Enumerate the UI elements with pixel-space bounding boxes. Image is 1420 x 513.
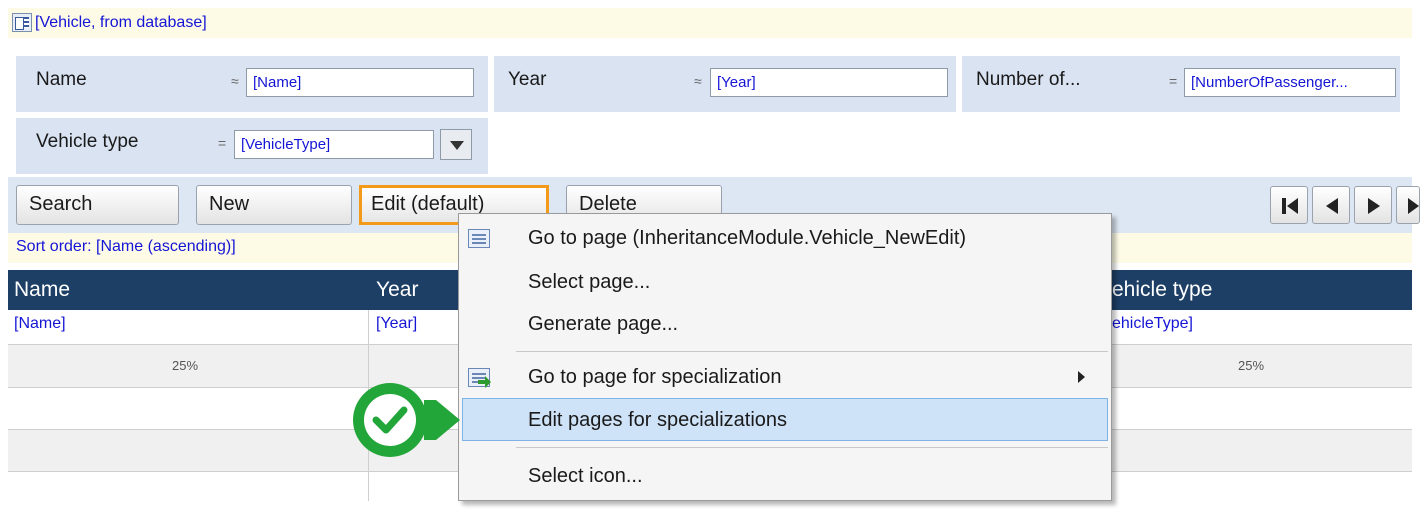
column-header-vehicle-type[interactable]: ehicle type [1112,278,1212,302]
menu-item-go-to-page[interactable]: Go to page (InheritanceModule.Vehicle_Ne… [528,227,966,250]
filter-year-label: Year [508,69,547,90]
filter-passengers-operator: = [1169,73,1178,89]
new-button[interactable]: New [196,185,352,225]
chevron-down-icon[interactable] [440,129,472,160]
last-icon[interactable] [1396,186,1420,224]
checkmark-callout-icon [353,383,460,457]
filter-year-operator: ≈ [694,73,702,89]
menu-item-edit-specializations[interactable]: Edit pages for specializations [528,409,787,432]
filter-vehicle-type-input[interactable]: [VehicleType] [234,130,434,159]
filter-passengers: Number of... = [NumberOfPassenger... [962,56,1400,112]
filter-name-label: Name [36,69,87,90]
filter-vehicle-type-operator: = [218,135,227,151]
cell-name[interactable]: [Name] [14,315,66,333]
column-header-year[interactable]: Year [376,278,418,302]
submenu-arrow-icon [1078,371,1085,383]
previous-icon[interactable] [1312,186,1350,224]
next-icon[interactable] [1354,186,1392,224]
context-menu [458,213,1112,501]
menu-separator [516,447,1108,448]
filter-name-operator: ≈ [231,73,239,89]
cell-year[interactable]: [Year] [376,315,417,333]
menu-item-go-to-specialization[interactable]: Go to page for specialization [528,366,782,389]
first-icon[interactable] [1270,186,1308,224]
menu-separator [516,351,1108,352]
page-icon [468,229,490,248]
filter-passengers-label: Number of... [976,69,1081,90]
filter-vehicle-type: Vehicle type = [VehicleType] [16,118,488,174]
filter-passengers-input[interactable]: [NumberOfPassenger... [1184,68,1396,97]
menu-item-select-icon[interactable]: Select icon... [528,465,643,488]
column-width-name: 25% [172,358,199,373]
datasource-header: [Vehicle, from database] [8,8,1412,38]
sort-order-text[interactable]: Sort order: [Name (ascending)] [16,238,236,256]
menu-item-select-page[interactable]: Select page... [528,271,650,294]
filter-year: Year ≈ [Year] [494,56,956,112]
filter-name: Name ≈ [Name] [16,56,488,112]
search-button[interactable]: Search [16,185,179,225]
datasource-title[interactable]: [Vehicle, from database] [35,14,207,32]
page-arrow-icon [468,368,491,388]
filter-year-input[interactable]: [Year] [710,68,948,97]
column-header-name[interactable]: Name [14,278,70,302]
menu-item-generate-page[interactable]: Generate page... [528,313,678,336]
column-width-vehicle-type: 25% [1238,358,1265,373]
filter-name-input[interactable]: [Name] [246,68,474,97]
cell-vehicle-type[interactable]: ehicleType] [1112,315,1193,333]
filter-vehicle-type-label: Vehicle type [36,131,139,152]
table-icon [12,13,32,32]
